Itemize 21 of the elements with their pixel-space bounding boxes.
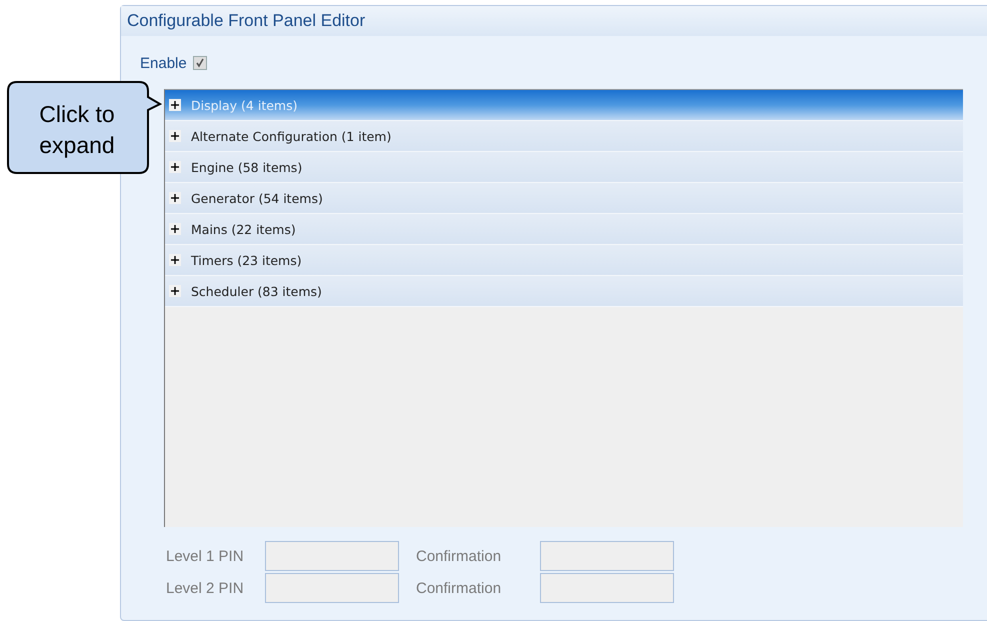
expand-icon[interactable] [169,161,181,173]
group-row[interactable]: Engine (58 items) [165,152,963,183]
expand-icon[interactable] [169,254,181,266]
expand-icon[interactable] [169,223,181,235]
expand-icon[interactable] [169,192,181,204]
confirmation-label: Confirmation [416,548,502,564]
callout-text: Click to expand [38,100,116,160]
group-row[interactable]: Mains (22 items) [165,214,963,245]
confirmation-label: Confirmation [416,580,502,596]
panel-title: Configurable Front Panel Editor [121,6,987,36]
expand-icon[interactable] [169,285,181,297]
group-row[interactable]: Generator (54 items) [165,183,963,214]
pin-label: Level 1 PIN [166,548,245,564]
group-row[interactable]: Alternate Configuration (1 item) [165,121,963,152]
expand-icon[interactable] [169,99,181,111]
pin-label: Level 2 PIN [166,580,245,596]
enable-checkbox[interactable] [192,56,207,70]
expand-icon[interactable] [169,130,181,142]
enable-label: Enable [140,54,187,72]
group-row[interactable]: Timers (23 items) [165,245,963,276]
group-row[interactable]: Scheduler (83 items) [165,276,963,307]
